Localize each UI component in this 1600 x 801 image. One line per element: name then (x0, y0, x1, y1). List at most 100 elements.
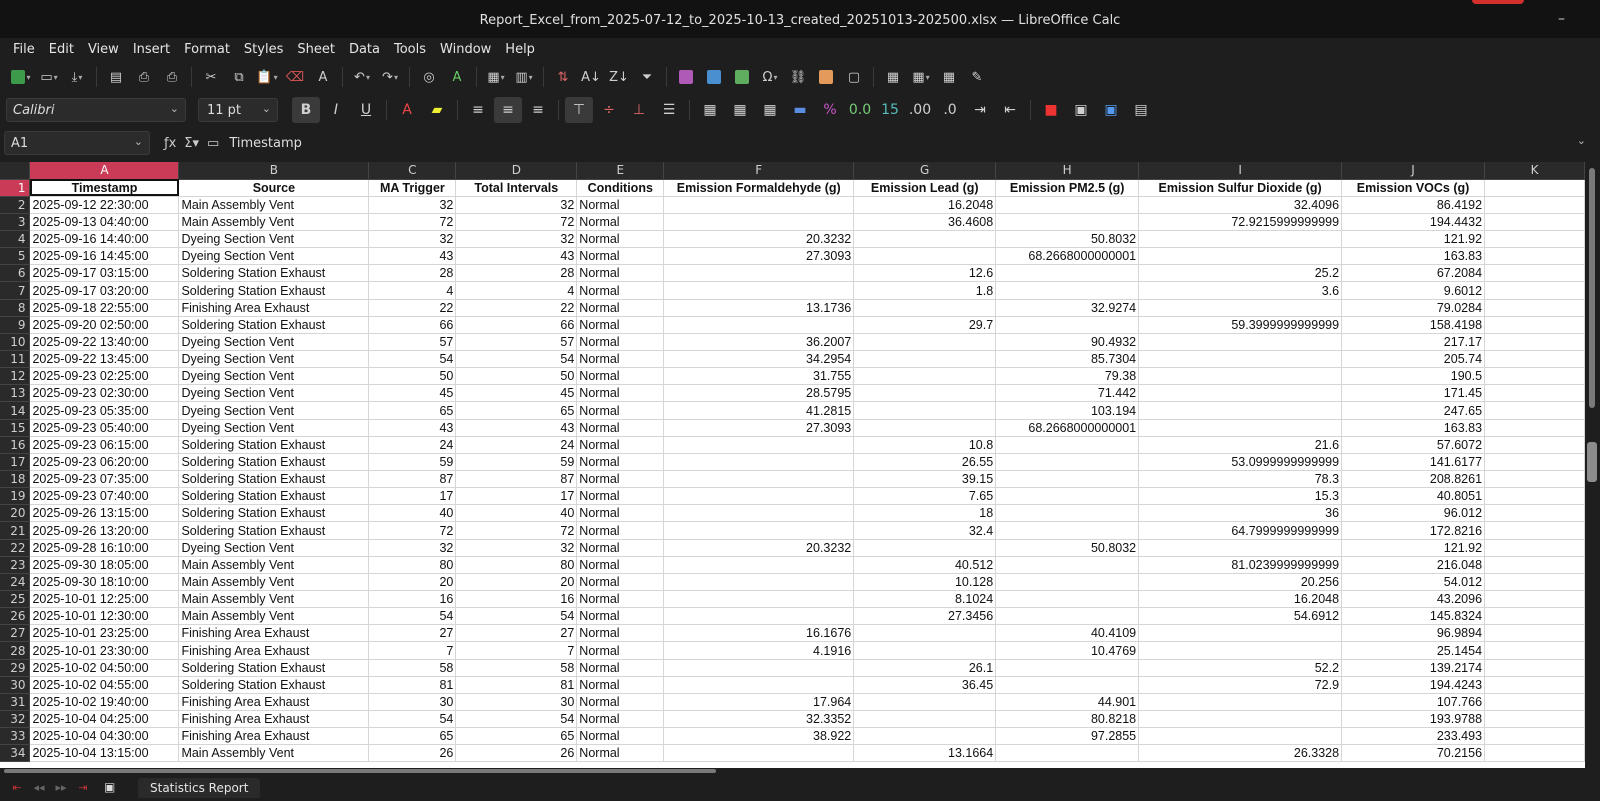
row-header[interactable]: 9 (0, 316, 31, 334)
column-header-d[interactable]: D (455, 162, 578, 180)
align-right-icon[interactable]: ≡ (524, 97, 552, 123)
table-cell[interactable]: 7 (455, 641, 578, 660)
copy-icon[interactable]: ⧉ (226, 64, 252, 90)
table-cell[interactable]: 65 (368, 727, 457, 746)
table-cell[interactable]: 16 (368, 590, 457, 609)
table-cell[interactable]: 38.922 (663, 727, 855, 746)
table-cell[interactable]: 193.9788 (1341, 710, 1486, 729)
table-cell[interactable] (1484, 521, 1585, 540)
table-cell[interactable]: 2025-10-04 04:30:00 (29, 727, 180, 746)
row-header[interactable]: 22 (0, 539, 31, 557)
table-cell[interactable] (995, 487, 1140, 506)
table-cell[interactable] (663, 281, 855, 300)
table-cell[interactable]: Normal (576, 350, 665, 369)
table-cell[interactable]: 96.012 (1341, 504, 1486, 523)
table-cell[interactable]: 145.8324 (1341, 607, 1486, 626)
table-cell[interactable]: 16.2048 (1138, 590, 1343, 609)
spreadsheet-grid[interactable]: A B C D E F G H I J K 1 Timestamp Source MA Trigger Tot… (0, 162, 1585, 768)
table-cell[interactable]: 10.128 (853, 573, 997, 592)
table-cell[interactable] (1138, 693, 1343, 712)
table-cell[interactable]: Normal (576, 573, 665, 592)
hyperlink-icon[interactable]: ⛓ (785, 64, 811, 90)
split-window-icon[interactable]: ▦ (936, 64, 962, 90)
print-preview-icon[interactable]: ⎙ (159, 64, 185, 90)
table-cell[interactable]: Finishing Area Exhaust (178, 641, 370, 660)
table-cell[interactable]: 2025-10-02 04:55:00 (29, 676, 180, 694)
table-cell[interactable] (1138, 384, 1343, 403)
show-draw-functions-icon[interactable]: ✎ (964, 64, 990, 90)
table-cell[interactable] (995, 607, 1140, 626)
table-cell[interactable]: Normal (576, 710, 665, 729)
table-cell[interactable] (995, 196, 1140, 214)
formula-icon[interactable]: ▭ (207, 136, 219, 151)
table-cell[interactable]: 40 (368, 504, 457, 523)
table-cell[interactable]: 28 (368, 264, 457, 283)
menu-format[interactable]: Format (177, 42, 237, 57)
table-cell[interactable]: 72.9215999999999 (1138, 213, 1343, 232)
table-cell[interactable]: 57.6072 (1341, 436, 1486, 454)
table-cell[interactable] (1484, 213, 1585, 232)
table-cell[interactable] (853, 624, 997, 643)
table-cell[interactable]: 53.0999999999999 (1138, 453, 1343, 472)
table-cell[interactable]: 24 (455, 436, 578, 454)
column-icon[interactable]: ▥ (511, 64, 537, 90)
borders-icon[interactable]: ▣ (1067, 97, 1095, 123)
table-cell[interactable]: 2025-10-02 04:50:00 (29, 659, 180, 677)
table-cell[interactable]: 17.964 (663, 693, 855, 712)
table-cell[interactable]: 2025-10-04 04:25:00 (29, 710, 180, 729)
table-cell[interactable]: 34.2954 (663, 350, 855, 369)
row-header[interactable]: 24 (0, 573, 31, 592)
menu-view[interactable]: View (81, 42, 126, 57)
table-cell[interactable] (1484, 641, 1585, 660)
row-header[interactable]: 26 (0, 607, 31, 626)
table-cell[interactable]: Dyeing Section Vent (178, 333, 370, 352)
table-cell[interactable] (1484, 247, 1585, 266)
previous-sheet-icon[interactable]: ◂◂ (28, 781, 50, 794)
add-decimal-icon[interactable]: .00 (906, 97, 934, 123)
column-header-e[interactable]: E (576, 162, 665, 180)
header-cell[interactable]: Emission Lead (g) (853, 179, 997, 197)
table-cell[interactable]: 87 (368, 470, 457, 489)
row-header[interactable]: 27 (0, 624, 31, 643)
table-cell[interactable]: 163.83 (1341, 247, 1486, 266)
table-cell[interactable]: 25.2 (1138, 264, 1343, 283)
table-cell[interactable]: 10.4769 (995, 641, 1140, 660)
table-cell[interactable] (1138, 710, 1343, 729)
table-cell[interactable]: 2025-09-23 02:25:00 (29, 367, 180, 386)
table-cell[interactable] (663, 213, 855, 232)
align-bottom-icon[interactable]: ⊥ (625, 97, 653, 123)
table-cell[interactable]: Normal (576, 367, 665, 386)
table-cell[interactable]: Soldering Station Exhaust (178, 504, 370, 523)
table-cell[interactable] (995, 590, 1140, 609)
table-cell[interactable]: Dyeing Section Vent (178, 230, 370, 249)
table-cell[interactable] (1138, 401, 1343, 420)
table-cell[interactable]: 26.3328 (1138, 744, 1343, 763)
table-cell[interactable]: 2025-09-23 06:15:00 (29, 436, 180, 454)
table-cell[interactable]: 9.6012 (1341, 281, 1486, 300)
column-header-a[interactable]: A (29, 162, 180, 180)
column-header-b[interactable]: B (178, 162, 370, 180)
underline-icon[interactable]: U (352, 97, 380, 123)
table-cell[interactable]: 22 (455, 299, 578, 317)
add-sheet-icon[interactable]: ▣ (104, 780, 124, 796)
table-cell[interactable]: 2025-09-28 16:10:00 (29, 539, 180, 557)
row-header[interactable]: 4 (0, 230, 31, 249)
special-character-icon[interactable]: Ω (757, 64, 783, 90)
table-cell[interactable] (853, 247, 997, 266)
sort-descending-icon[interactable]: Z↓ (606, 64, 632, 90)
table-cell[interactable]: 72 (368, 213, 457, 232)
table-cell[interactable]: 43 (455, 419, 578, 437)
header-footer-icon[interactable]: ▢ (841, 64, 867, 90)
sort-ascending-icon[interactable]: A↓ (578, 64, 604, 90)
align-left-icon[interactable]: ≡ (464, 97, 492, 123)
table-cell[interactable]: 2025-09-23 07:40:00 (29, 487, 180, 506)
table-cell[interactable] (1484, 316, 1585, 334)
new-document-icon[interactable] (8, 64, 34, 90)
menu-tools[interactable]: Tools (387, 42, 433, 57)
table-cell[interactable]: Normal (576, 744, 665, 763)
table-cell[interactable]: 10.8 (853, 436, 997, 454)
next-sheet-icon[interactable]: ▸▸ (50, 781, 72, 794)
spelling-icon[interactable]: A (444, 64, 470, 90)
table-cell[interactable]: 52.2 (1138, 659, 1343, 677)
column-header-g[interactable]: G (853, 162, 997, 180)
